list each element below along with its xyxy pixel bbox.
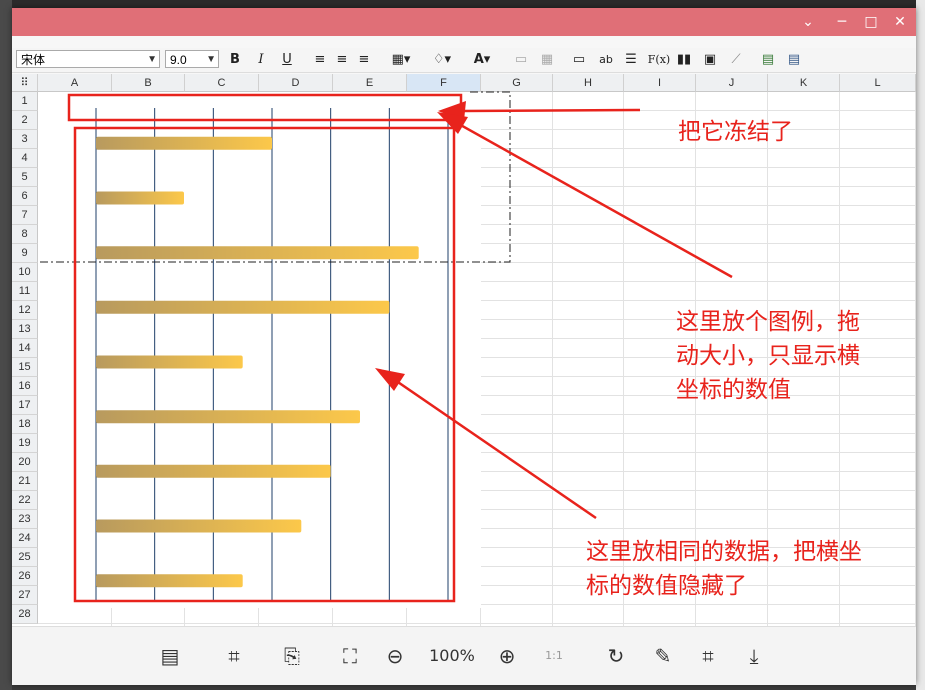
annotation-legend-1: 这里放个图例，拖 bbox=[676, 309, 860, 335]
annotation-legend-2: 动大小，只显示横 bbox=[676, 343, 860, 369]
annotation-freeze: 把它冻结了 bbox=[678, 119, 793, 145]
annotation-data-1: 这里放相同的数据，把横坐 bbox=[586, 539, 862, 565]
arrow-data bbox=[391, 376, 597, 520]
arrow-freeze bbox=[461, 108, 641, 113]
frozen-header-box bbox=[67, 93, 463, 122]
annotation-data-2: 标的数值隐藏了 bbox=[586, 573, 747, 599]
freeze-line bbox=[40, 91, 511, 263]
arrowhead bbox=[375, 368, 405, 391]
chart-area-box bbox=[73, 126, 456, 603]
annotation-legend-3: 坐标的数值 bbox=[676, 377, 791, 403]
